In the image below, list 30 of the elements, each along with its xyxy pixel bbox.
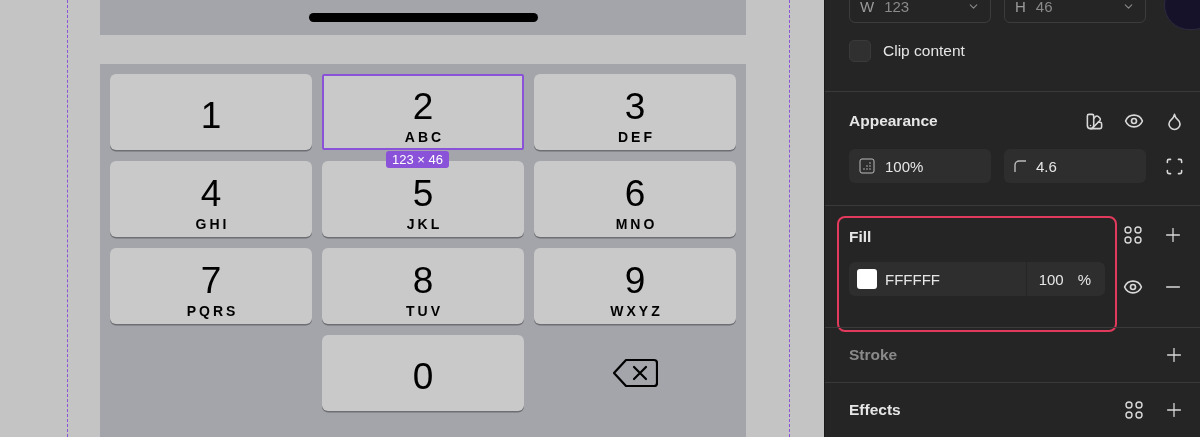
keypad-key[interactable]: 3 DEF	[534, 74, 736, 150]
keypad-key[interactable]: 4 GHI	[110, 161, 312, 237]
size-badge: 123 × 46	[386, 151, 449, 168]
keypad-key[interactable]: 1	[110, 74, 312, 150]
corner-radius-icon	[1014, 160, 1026, 172]
styles-icon[interactable]	[1123, 225, 1143, 245]
swatch-book-icon[interactable]	[1084, 111, 1104, 131]
keypad-key[interactable]: 7 PQRS	[110, 248, 312, 324]
height-field[interactable]: H 46	[1004, 0, 1146, 23]
width-field[interactable]: W 123	[849, 0, 991, 23]
backspace-icon[interactable]	[612, 358, 658, 388]
keypad-key[interactable]: 8 TUV	[322, 248, 524, 324]
styles-icon[interactable]	[1124, 400, 1144, 420]
corners-icon[interactable]	[1164, 156, 1184, 176]
keypad-key[interactable]: 2 ABC	[322, 74, 524, 150]
checkbox-label: Clip content	[883, 42, 965, 60]
fill-field[interactable]: FFFFFF 100 %	[849, 262, 1105, 296]
section-title: Effects	[849, 401, 902, 419]
section-title: Appearance	[849, 112, 939, 130]
color-swatch[interactable]	[857, 269, 877, 289]
eye-icon[interactable]	[1124, 111, 1144, 131]
section-title: Stroke	[849, 346, 899, 364]
eye-icon[interactable]	[1123, 277, 1143, 297]
keypad-key[interactable]: 6 MNO	[534, 161, 736, 237]
opacity-icon	[859, 158, 875, 174]
radius-field[interactable]: 4.6	[1004, 149, 1146, 183]
keypad-key[interactable]: 9 WXYZ	[534, 248, 736, 324]
keypad-key[interactable]: 0	[322, 335, 524, 411]
section-title: Fill	[849, 228, 873, 246]
opacity-field[interactable]: 100%	[849, 149, 991, 183]
